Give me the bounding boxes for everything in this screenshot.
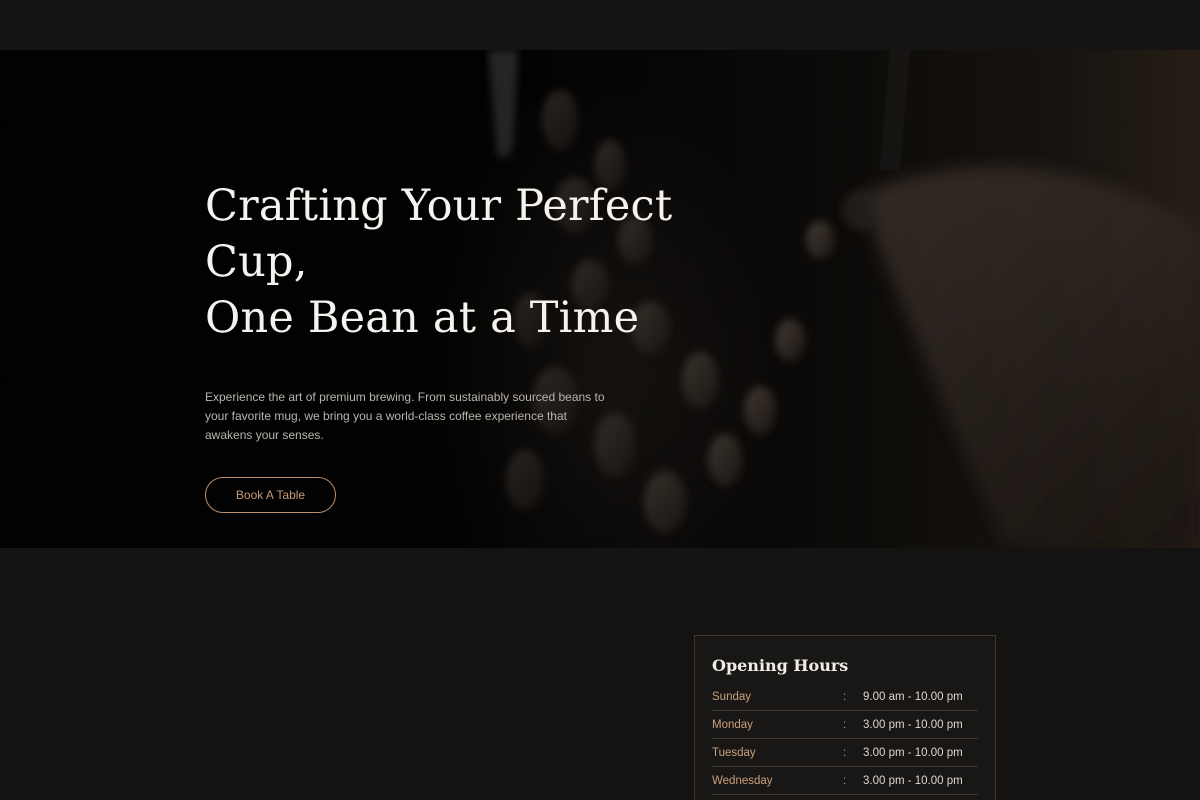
opening-hours-card: Opening Hours Sunday : 9.00 am - 10.00 p… bbox=[694, 635, 996, 800]
top-bar bbox=[0, 0, 1200, 50]
hero-description: Experience the art of premium brewing. F… bbox=[205, 390, 605, 442]
opening-hours-separator: : bbox=[843, 718, 847, 731]
book-table-button[interactable]: Book A Table bbox=[205, 477, 336, 513]
opening-hours-time: 3.00 pm - 10.00 pm bbox=[863, 718, 963, 731]
opening-hours-separator: : bbox=[843, 690, 847, 703]
opening-hours-day: Sunday bbox=[712, 690, 752, 703]
opening-hours-day: Wednesday bbox=[712, 774, 773, 787]
landing-page: Crafting Your Perfect Cup, One Bean at a… bbox=[0, 0, 1200, 800]
opening-hours-row: Wednesday : 3.00 pm - 10.00 pm bbox=[712, 767, 978, 795]
hero-section: Crafting Your Perfect Cup, One Bean at a… bbox=[0, 50, 1200, 548]
opening-hours-time: 3.00 pm - 10.00 pm bbox=[863, 746, 963, 759]
opening-hours-row: Sunday : 9.00 am - 10.00 pm bbox=[712, 683, 978, 711]
hero-title-line-2: One Bean at a Time bbox=[205, 293, 640, 343]
hero-content: Crafting Your Perfect Cup, One Bean at a… bbox=[205, 178, 765, 513]
opening-hours-day: Monday bbox=[712, 718, 753, 731]
opening-hours-row: Monday : 3.00 pm - 10.00 pm bbox=[712, 711, 978, 739]
opening-hours-title: Opening Hours bbox=[712, 656, 849, 675]
opening-hours-separator: : bbox=[843, 774, 847, 787]
opening-hours-row: Tuesday : 3.00 pm - 10.00 pm bbox=[712, 739, 978, 767]
opening-hours-time: 9.00 am - 10.00 pm bbox=[863, 690, 963, 703]
opening-hours-day: Tuesday bbox=[712, 746, 756, 759]
hero-title-line-1: Crafting Your Perfect Cup, bbox=[205, 181, 673, 287]
opening-hours-separator: : bbox=[843, 746, 847, 759]
hero-title: Crafting Your Perfect Cup, One Bean at a… bbox=[205, 178, 765, 346]
opening-hours-time: 3.00 pm - 10.00 pm bbox=[863, 774, 963, 787]
